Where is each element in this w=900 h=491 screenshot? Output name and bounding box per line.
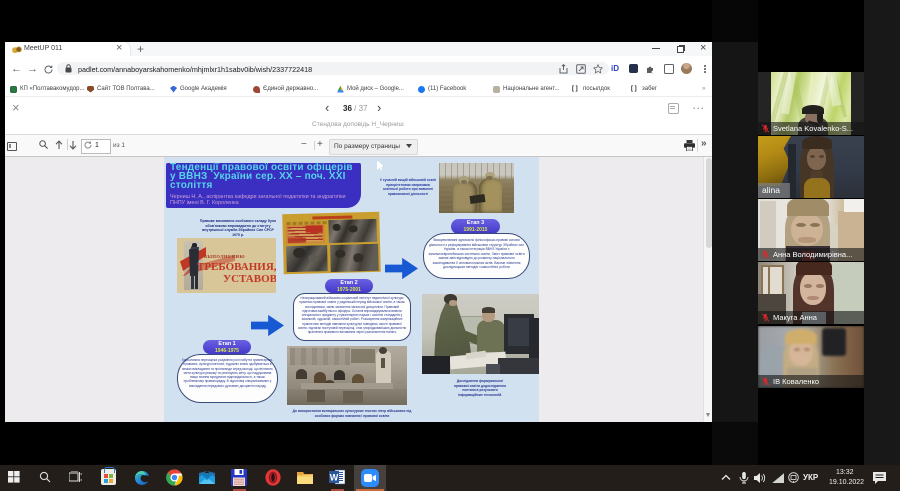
svg-text:W: W <box>330 473 339 483</box>
